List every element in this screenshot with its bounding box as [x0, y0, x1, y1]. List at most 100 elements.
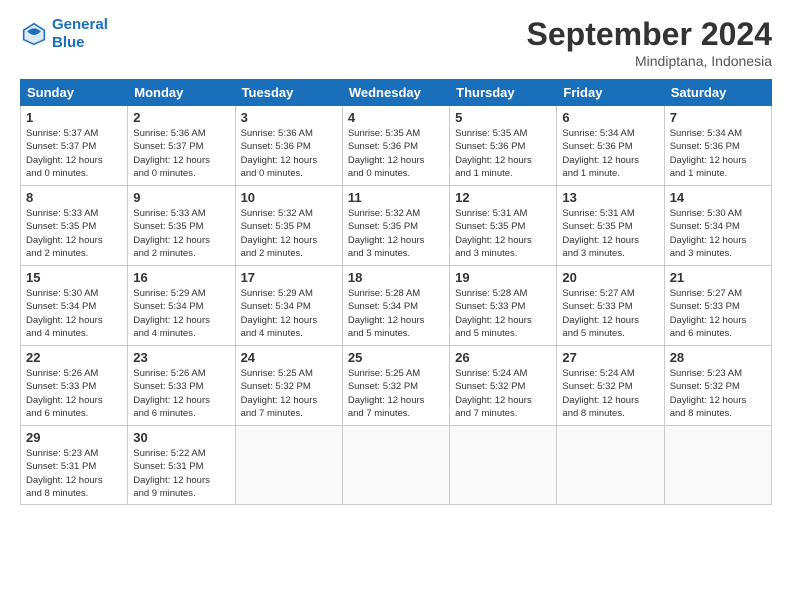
calendar-cell: 29 Sunrise: 5:23 AM Sunset: 5:31 PM Dayli…	[21, 426, 128, 505]
day-number: 25	[348, 350, 444, 365]
day-info: Sunrise: 5:28 AM Sunset: 5:33 PM Dayligh…	[455, 287, 551, 340]
calendar-cell: 6Sunrise: 5:34 AM Sunset: 5:36 PM Daylig…	[557, 106, 664, 186]
day-number: 12	[455, 190, 551, 205]
calendar-cell	[235, 426, 342, 505]
day-info: Sunrise: 5:29 AM Sunset: 5:34 PM Dayligh…	[133, 287, 229, 340]
day-info: Sunrise: 5:37 AM Sunset: 5:37 PM Dayligh…	[26, 127, 122, 180]
day-info: Sunrise: 5:23 AM Sunset: 5:31 PM Dayligh…	[26, 447, 122, 500]
day-number: 3	[241, 110, 337, 125]
day-number: 9	[133, 190, 229, 205]
header: General Blue September 2024 Mindiptana, …	[20, 16, 772, 69]
calendar-cell: 15 Sunrise: 5:30 AM Sunset: 5:34 PM Dayli…	[21, 266, 128, 346]
location: Mindiptana, Indonesia	[527, 53, 772, 69]
day-info: Sunrise: 5:33 AM Sunset: 5:35 PM Dayligh…	[133, 207, 229, 260]
logo: General Blue	[20, 16, 108, 52]
calendar-cell	[450, 426, 557, 505]
calendar-cell: 17 Sunrise: 5:29 AM Sunset: 5:34 PM Dayli…	[235, 266, 342, 346]
day-number: 26	[455, 350, 551, 365]
calendar-cell	[557, 426, 664, 505]
col-header-monday: Monday	[128, 80, 235, 106]
logo-text: General Blue	[52, 16, 108, 52]
calendar-cell: 16 Sunrise: 5:29 AM Sunset: 5:34 PM Dayli…	[128, 266, 235, 346]
calendar-cell: 30Sunrise: 5:22 AM Sunset: 5:31 PM Dayli…	[128, 426, 235, 505]
day-info: Sunrise: 5:31 AM Sunset: 5:35 PM Dayligh…	[562, 207, 658, 260]
day-number: 16	[133, 270, 229, 285]
day-number: 29	[26, 430, 122, 445]
day-number: 2	[133, 110, 229, 125]
day-info: Sunrise: 5:25 AM Sunset: 5:32 PM Dayligh…	[241, 367, 337, 420]
day-info: Sunrise: 5:32 AM Sunset: 5:35 PM Dayligh…	[348, 207, 444, 260]
col-header-wednesday: Wednesday	[342, 80, 449, 106]
title-block: September 2024 Mindiptana, Indonesia	[527, 16, 772, 69]
day-number: 30	[133, 430, 229, 445]
col-header-saturday: Saturday	[664, 80, 771, 106]
day-info: Sunrise: 5:29 AM Sunset: 5:34 PM Dayligh…	[241, 287, 337, 340]
day-info: Sunrise: 5:36 AM Sunset: 5:36 PM Dayligh…	[241, 127, 337, 180]
calendar-cell: 1 Sunrise: 5:37 AM Sunset: 5:37 PM Daylig…	[21, 106, 128, 186]
calendar-cell: 13 Sunrise: 5:31 AM Sunset: 5:35 PM Dayli…	[557, 186, 664, 266]
week-row-4: 22 Sunrise: 5:26 AM Sunset: 5:33 PM Dayli…	[21, 346, 772, 426]
calendar-cell: 7Sunrise: 5:34 AM Sunset: 5:36 PM Daylig…	[664, 106, 771, 186]
week-row-5: 29 Sunrise: 5:23 AM Sunset: 5:31 PM Dayli…	[21, 426, 772, 505]
day-info: Sunrise: 5:23 AM Sunset: 5:32 PM Dayligh…	[670, 367, 766, 420]
calendar-cell: 5Sunrise: 5:35 AM Sunset: 5:36 PM Daylig…	[450, 106, 557, 186]
page: General Blue September 2024 Mindiptana, …	[0, 0, 792, 612]
calendar-cell: 2 Sunrise: 5:36 AM Sunset: 5:37 PM Daylig…	[128, 106, 235, 186]
month-title: September 2024	[527, 16, 772, 53]
day-number: 22	[26, 350, 122, 365]
day-number: 14	[670, 190, 766, 205]
day-info: Sunrise: 5:31 AM Sunset: 5:35 PM Dayligh…	[455, 207, 551, 260]
calendar-cell: 26 Sunrise: 5:24 AM Sunset: 5:32 PM Dayli…	[450, 346, 557, 426]
day-number: 4	[348, 110, 444, 125]
calendar-cell: 19 Sunrise: 5:28 AM Sunset: 5:33 PM Dayli…	[450, 266, 557, 346]
day-number: 13	[562, 190, 658, 205]
day-number: 15	[26, 270, 122, 285]
calendar-cell: 8 Sunrise: 5:33 AM Sunset: 5:35 PM Daylig…	[21, 186, 128, 266]
day-info: Sunrise: 5:24 AM Sunset: 5:32 PM Dayligh…	[455, 367, 551, 420]
calendar-cell	[664, 426, 771, 505]
calendar-cell: 28 Sunrise: 5:23 AM Sunset: 5:32 PM Dayli…	[664, 346, 771, 426]
calendar-cell: 10 Sunrise: 5:32 AM Sunset: 5:35 PM Dayli…	[235, 186, 342, 266]
day-number: 19	[455, 270, 551, 285]
day-number: 8	[26, 190, 122, 205]
calendar-cell: 21Sunrise: 5:27 AM Sunset: 5:33 PM Dayli…	[664, 266, 771, 346]
week-row-3: 15 Sunrise: 5:30 AM Sunset: 5:34 PM Dayli…	[21, 266, 772, 346]
calendar-header-row: SundayMondayTuesdayWednesdayThursdayFrid…	[21, 80, 772, 106]
day-info: Sunrise: 5:36 AM Sunset: 5:37 PM Dayligh…	[133, 127, 229, 180]
day-info: Sunrise: 5:30 AM Sunset: 5:34 PM Dayligh…	[26, 287, 122, 340]
calendar-table: SundayMondayTuesdayWednesdayThursdayFrid…	[20, 79, 772, 505]
day-number: 20	[562, 270, 658, 285]
day-info: Sunrise: 5:25 AM Sunset: 5:32 PM Dayligh…	[348, 367, 444, 420]
day-info: Sunrise: 5:34 AM Sunset: 5:36 PM Dayligh…	[562, 127, 658, 180]
calendar-cell: 24 Sunrise: 5:25 AM Sunset: 5:32 PM Dayli…	[235, 346, 342, 426]
day-info: Sunrise: 5:27 AM Sunset: 5:33 PM Dayligh…	[562, 287, 658, 340]
day-info: Sunrise: 5:24 AM Sunset: 5:32 PM Dayligh…	[562, 367, 658, 420]
day-number: 1	[26, 110, 122, 125]
day-number: 10	[241, 190, 337, 205]
col-header-friday: Friday	[557, 80, 664, 106]
day-info: Sunrise: 5:26 AM Sunset: 5:33 PM Dayligh…	[26, 367, 122, 420]
day-info: Sunrise: 5:30 AM Sunset: 5:34 PM Dayligh…	[670, 207, 766, 260]
day-number: 5	[455, 110, 551, 125]
calendar-cell: 22 Sunrise: 5:26 AM Sunset: 5:33 PM Dayli…	[21, 346, 128, 426]
week-row-2: 8 Sunrise: 5:33 AM Sunset: 5:35 PM Daylig…	[21, 186, 772, 266]
calendar-cell: 18Sunrise: 5:28 AM Sunset: 5:34 PM Dayli…	[342, 266, 449, 346]
calendar-cell: 12 Sunrise: 5:31 AM Sunset: 5:35 PM Dayli…	[450, 186, 557, 266]
calendar-cell: 3 Sunrise: 5:36 AM Sunset: 5:36 PM Daylig…	[235, 106, 342, 186]
day-number: 23	[133, 350, 229, 365]
day-number: 7	[670, 110, 766, 125]
calendar-cell: 9 Sunrise: 5:33 AM Sunset: 5:35 PM Daylig…	[128, 186, 235, 266]
day-number: 28	[670, 350, 766, 365]
calendar-cell: 14 Sunrise: 5:30 AM Sunset: 5:34 PM Dayli…	[664, 186, 771, 266]
day-info: Sunrise: 5:33 AM Sunset: 5:35 PM Dayligh…	[26, 207, 122, 260]
calendar-cell: 25 Sunrise: 5:25 AM Sunset: 5:32 PM Dayli…	[342, 346, 449, 426]
day-number: 24	[241, 350, 337, 365]
calendar-cell	[342, 426, 449, 505]
col-header-sunday: Sunday	[21, 80, 128, 106]
day-number: 18	[348, 270, 444, 285]
day-info: Sunrise: 5:32 AM Sunset: 5:35 PM Dayligh…	[241, 207, 337, 260]
day-info: Sunrise: 5:27 AM Sunset: 5:33 PM Dayligh…	[670, 287, 766, 340]
day-number: 17	[241, 270, 337, 285]
calendar-cell: 27Sunrise: 5:24 AM Sunset: 5:32 PM Dayli…	[557, 346, 664, 426]
day-info: Sunrise: 5:35 AM Sunset: 5:36 PM Dayligh…	[348, 127, 444, 180]
